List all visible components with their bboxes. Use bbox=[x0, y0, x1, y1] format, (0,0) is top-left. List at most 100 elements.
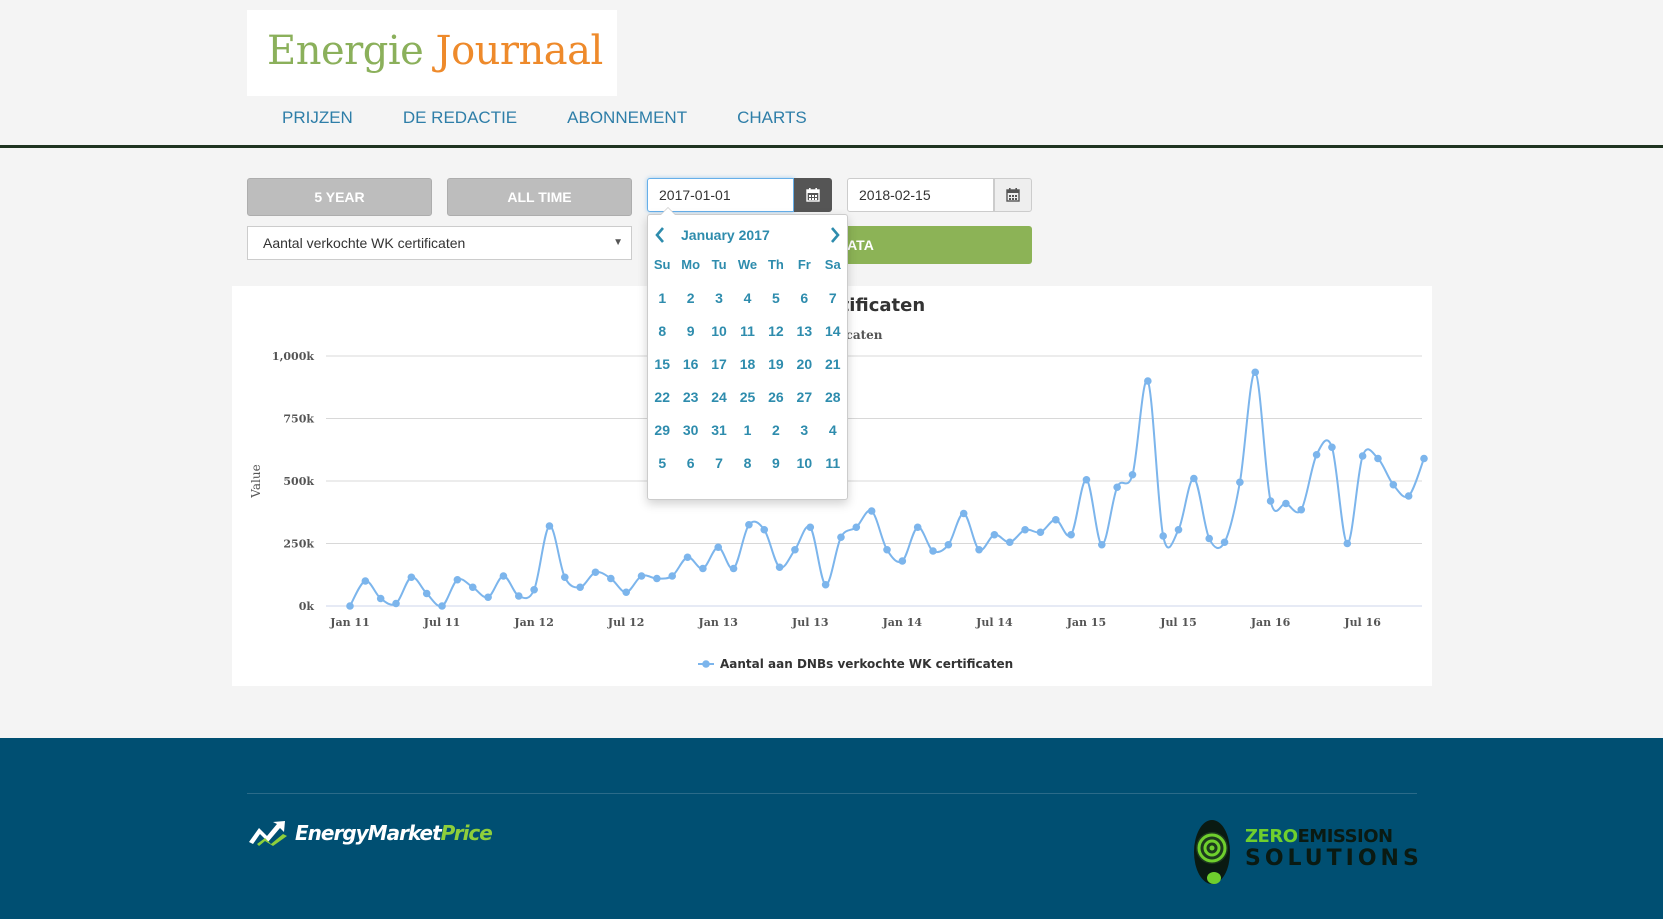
energymarket-part: EnergyMarket bbox=[295, 821, 442, 845]
day-cell[interactable]: 30 bbox=[676, 420, 704, 453]
data-point bbox=[729, 564, 738, 573]
week-row: 8 9 10 11 12 13 14 bbox=[648, 321, 847, 354]
day-cell[interactable]: 23 bbox=[676, 387, 704, 420]
data-point bbox=[361, 577, 370, 585]
day-cell[interactable]: 11 bbox=[733, 321, 761, 354]
nav-item-prijzen[interactable]: PRIJZEN bbox=[282, 108, 353, 128]
site-header: Energie Journaal PRIJZEN DE REDACTIE ABO… bbox=[0, 0, 1663, 148]
data-point bbox=[775, 563, 784, 572]
day-cell[interactable]: 5 bbox=[648, 453, 676, 486]
data-point bbox=[852, 523, 861, 532]
day-cell[interactable]: 6 bbox=[676, 453, 704, 486]
data-point bbox=[791, 545, 799, 554]
all-time-button[interactable]: ALL TIME bbox=[447, 178, 632, 216]
target-globe-icon bbox=[1194, 820, 1230, 884]
x-tick-label: Jul 14 bbox=[975, 616, 1013, 629]
datepicker-month-title[interactable]: January 2017 bbox=[681, 227, 770, 243]
datepicker-header: January 2017 bbox=[648, 225, 847, 247]
chevron-left-icon[interactable] bbox=[652, 225, 668, 245]
data-point bbox=[607, 574, 615, 583]
end-date-calendar-button[interactable] bbox=[994, 178, 1032, 212]
day-cell[interactable]: 18 bbox=[733, 354, 761, 387]
data-point bbox=[760, 525, 769, 534]
energymarketprice-logo[interactable]: EnergyMarketPrice bbox=[247, 820, 493, 846]
day-cell[interactable]: 11 bbox=[819, 453, 847, 486]
price-part: Price bbox=[440, 821, 493, 845]
data-point bbox=[1251, 368, 1260, 377]
day-cell[interactable]: 10 bbox=[790, 453, 818, 486]
data-point bbox=[1051, 515, 1060, 524]
day-cell[interactable]: 21 bbox=[819, 354, 847, 387]
data-point bbox=[1358, 452, 1367, 460]
day-cell[interactable]: 3 bbox=[705, 288, 733, 321]
day-cell[interactable]: 9 bbox=[762, 453, 790, 486]
data-point bbox=[1266, 497, 1275, 505]
day-cell[interactable]: 29 bbox=[648, 420, 676, 453]
day-cell[interactable]: 6 bbox=[790, 288, 818, 321]
site-logo[interactable]: Energie Journaal bbox=[247, 10, 617, 96]
chevron-right-icon[interactable] bbox=[827, 225, 843, 245]
day-cell[interactable]: 8 bbox=[733, 453, 761, 486]
data-point bbox=[422, 589, 431, 598]
start-date-calendar-button[interactable] bbox=[794, 178, 832, 212]
nav-item-charts[interactable]: CHARTS bbox=[737, 108, 807, 128]
day-cell[interactable]: 16 bbox=[676, 354, 704, 387]
data-point bbox=[545, 522, 554, 530]
day-cell[interactable]: 14 bbox=[819, 321, 847, 354]
data-point bbox=[637, 572, 646, 580]
data-point bbox=[1082, 475, 1091, 484]
y-tick-label: 500k bbox=[283, 475, 314, 488]
day-cell[interactable]: 8 bbox=[648, 321, 676, 354]
data-point bbox=[1404, 492, 1413, 500]
day-cell[interactable]: 3 bbox=[790, 420, 818, 453]
data-point bbox=[653, 574, 661, 583]
dataset-select[interactable]: Aantal verkochte WK certificaten ▼ bbox=[247, 226, 632, 260]
data-point bbox=[1343, 539, 1352, 548]
day-cell[interactable]: 22 bbox=[648, 387, 676, 420]
day-cell[interactable]: 19 bbox=[762, 354, 790, 387]
data-point bbox=[975, 545, 983, 554]
day-cell[interactable]: 17 bbox=[705, 354, 733, 387]
day-cell[interactable]: 7 bbox=[705, 453, 733, 486]
zero-emission-solutions-logo[interactable]: ZEROEMISSION SOLUTIONS bbox=[1190, 818, 1419, 890]
data-point bbox=[1420, 454, 1428, 463]
day-cell[interactable]: 27 bbox=[790, 387, 818, 420]
data-point bbox=[468, 583, 477, 592]
day-cell[interactable]: 28 bbox=[819, 387, 847, 420]
day-cell[interactable]: 12 bbox=[762, 321, 790, 354]
x-tick-label: Jul 15 bbox=[1159, 616, 1197, 629]
data-point bbox=[1174, 525, 1183, 534]
end-date-input[interactable]: 2018-02-15 bbox=[847, 178, 994, 212]
day-cell[interactable]: 25 bbox=[733, 387, 761, 420]
day-cell[interactable]: 4 bbox=[733, 288, 761, 321]
weekday-label: Mo bbox=[681, 257, 701, 272]
legend-label: Aantal aan DNBs verkochte WK certificate… bbox=[720, 657, 1013, 671]
day-cell[interactable]: 15 bbox=[648, 354, 676, 387]
day-cell[interactable]: 31 bbox=[705, 420, 733, 453]
day-cell[interactable]: 2 bbox=[762, 420, 790, 453]
zes-solutions: SOLUTIONS bbox=[1245, 846, 1423, 871]
logo-word-journaal: Journaal bbox=[435, 28, 604, 74]
nav-item-de-redactie[interactable]: DE REDACTIE bbox=[403, 108, 517, 128]
day-cell[interactable]: 5 bbox=[762, 288, 790, 321]
data-point bbox=[837, 533, 845, 542]
day-cell[interactable]: 7 bbox=[819, 288, 847, 321]
week-row: 22 23 24 25 26 27 28 bbox=[648, 387, 847, 420]
nav-item-abonnement[interactable]: ABONNEMENT bbox=[567, 108, 687, 128]
day-cell[interactable]: 10 bbox=[705, 321, 733, 354]
day-cell[interactable]: 20 bbox=[790, 354, 818, 387]
day-cell[interactable]: 1 bbox=[648, 288, 676, 321]
day-cell[interactable]: 9 bbox=[676, 321, 704, 354]
day-cell[interactable]: 1 bbox=[733, 420, 761, 453]
x-tick-label: Jan 13 bbox=[697, 616, 737, 629]
data-point bbox=[453, 575, 462, 584]
data-point bbox=[591, 568, 600, 577]
data-point bbox=[376, 594, 385, 603]
five-year-button[interactable]: 5 YEAR bbox=[247, 178, 432, 216]
day-cell[interactable]: 4 bbox=[819, 420, 847, 453]
data-point bbox=[484, 593, 492, 602]
day-cell[interactable]: 13 bbox=[790, 321, 818, 354]
day-cell[interactable]: 26 bbox=[762, 387, 790, 420]
day-cell[interactable]: 2 bbox=[676, 288, 704, 321]
day-cell[interactable]: 24 bbox=[705, 387, 733, 420]
